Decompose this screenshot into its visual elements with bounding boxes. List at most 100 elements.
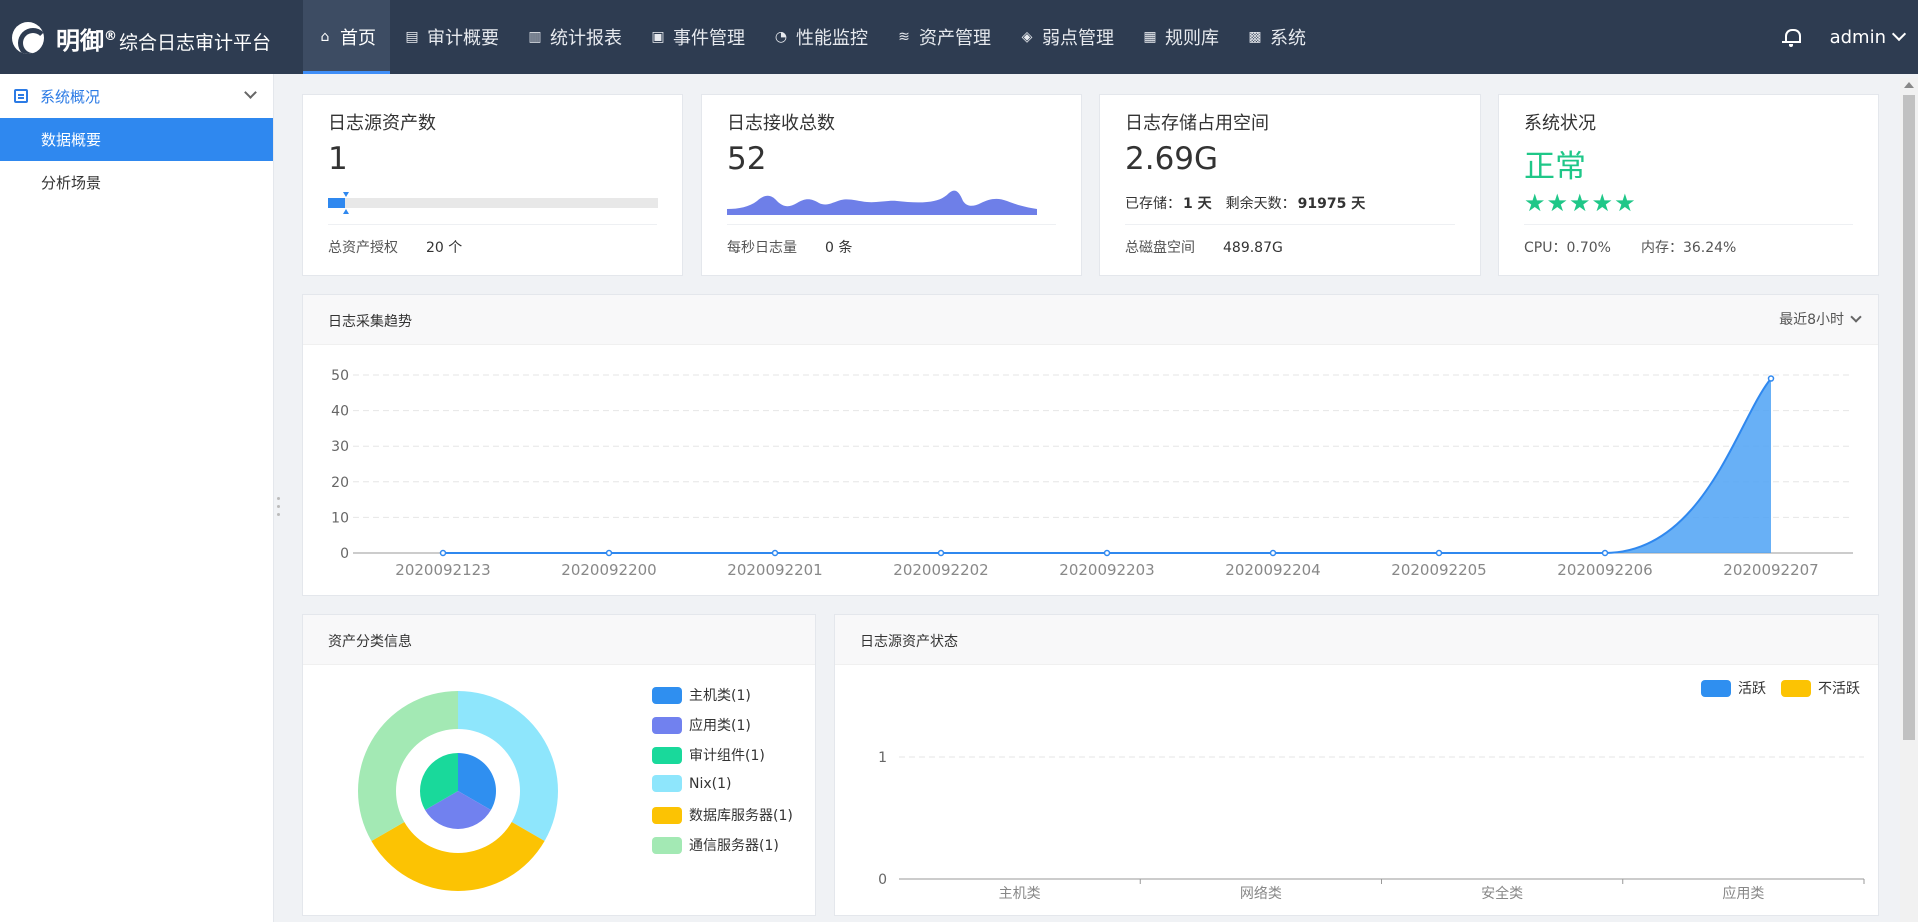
trend-panel: 日志采集趋势 最近8小时 0 10 20 30 40 50 2020092123 202009… xyxy=(302,294,1879,596)
data-point[interactable] xyxy=(605,549,613,557)
stat-title: 日志接收总数 xyxy=(727,113,835,134)
notification-bell-icon[interactable] xyxy=(1780,26,1802,48)
time-range-select[interactable]: 最近8小时 xyxy=(1779,309,1862,329)
stat-value: 2.69G xyxy=(1125,141,1219,177)
stat-card-assets: 日志源资产数 1 总资产授权 20 个 xyxy=(302,94,683,276)
scroll-thumb[interactable] xyxy=(1903,95,1915,740)
data-point[interactable] xyxy=(1269,549,1277,557)
scroll-up-arrow-icon[interactable] xyxy=(1904,82,1914,88)
target-icon: ◈ xyxy=(1021,29,1033,45)
nav-item-0[interactable]: ⌂ 首页 xyxy=(303,0,390,74)
data-point[interactable] xyxy=(1103,549,1111,557)
nav-item-7[interactable]: ▦ 规则库 xyxy=(1128,0,1233,74)
database-icon: ≋ xyxy=(898,29,910,45)
data-point[interactable] xyxy=(937,549,945,557)
home-icon: ⌂ xyxy=(320,29,330,45)
sidebar-item-analysis-scene[interactable]: 分析场景 xyxy=(0,161,273,204)
y-tick-label: 40 xyxy=(331,404,349,420)
system-status-value: 正常 xyxy=(1524,149,1586,185)
x-tick-label: 网络类 xyxy=(1240,886,1282,902)
chevron-down-icon xyxy=(244,86,257,99)
nav-item-label: 统计报表 xyxy=(550,28,622,49)
nav-item-label: 审计概要 xyxy=(427,28,499,49)
stat-foot-label: 每秒日志量 xyxy=(727,240,797,256)
bar-chart-icon: ▥ xyxy=(528,29,542,45)
sidebar-resize-handle[interactable] xyxy=(277,497,281,523)
nav-item-4[interactable]: ◔ 性能监控 xyxy=(759,0,882,74)
stat-footer: 总资产授权 20 个 xyxy=(328,237,462,257)
y-tick-label: 0 xyxy=(878,872,887,888)
x-tick-label: 2020092204 xyxy=(1225,561,1320,579)
stat-card-system: 系统状况 正常 ★ ★ ★ ★ ★ CPU：0.70% 内存：36.24% xyxy=(1498,94,1879,276)
document-icon: ▦ xyxy=(1143,29,1157,45)
legend-item[interactable]: 数据库服务器(1) xyxy=(652,805,793,825)
data-point[interactable] xyxy=(771,549,779,557)
nav-item-1[interactable]: ▤ 审计概要 xyxy=(390,0,513,74)
outer-slice[interactable] xyxy=(371,822,545,891)
stat-foot-label: 总磁盘空间 xyxy=(1125,240,1195,256)
legend-label: 应用类(1) xyxy=(689,718,751,734)
x-tick-label: 安全类 xyxy=(1481,885,1523,902)
stat-footer: CPU：0.70% 内存：36.24% xyxy=(1524,237,1736,257)
nav-item-8[interactable]: ▩ 系统 xyxy=(1233,0,1320,74)
panel-header: 资产分类信息 xyxy=(303,615,815,665)
header-right: admin xyxy=(1780,0,1907,74)
data-point[interactable] xyxy=(1601,549,1609,557)
nav-item-label: 系统 xyxy=(1270,28,1306,49)
legend-swatch xyxy=(652,775,682,792)
nav-item-label: 弱点管理 xyxy=(1042,28,1114,49)
legend-swatch xyxy=(652,716,682,734)
stat-foot-value: 489.87G xyxy=(1223,240,1283,256)
nav-item-label: 规则库 xyxy=(1165,28,1219,49)
asset-progress-fill xyxy=(328,198,345,208)
user-menu[interactable]: admin xyxy=(1830,27,1907,48)
top-bar: 明御® 综合日志审计平台 ⌂ 首页 ▤ 审计概要 ▥ 统计报表 ▣ 事件管理 ◔ 性能监控 ≋ 资产管理… xyxy=(0,0,1918,74)
legend-item[interactable]: Nix(1) xyxy=(652,775,731,792)
storage-days-row: 已存储： 1 天剩余天数： 91975 天 xyxy=(1125,193,1365,213)
trend-chart: 0 10 20 30 40 50 2020092123 2020092200 202009220… xyxy=(331,368,1853,579)
legend-label: 数据库服务器(1) xyxy=(689,808,793,824)
legend-item[interactable]: 应用类(1) xyxy=(652,715,751,735)
x-tick-label: 2020092123 xyxy=(395,561,490,579)
star-icon: ★ xyxy=(1569,189,1591,217)
asset-class-panel: 资产分类信息 主机类(1) 应用类(1) 审计组件(1) Nix(1) 数据库服务器(1… xyxy=(302,614,816,916)
legend-label: Nix(1) xyxy=(689,775,732,792)
asset-progress-marker xyxy=(342,192,349,214)
stat-footer: 每秒日志量 0 条 xyxy=(727,237,852,257)
stat-title: 系统状况 xyxy=(1524,113,1596,134)
panel-title: 资产分类信息 xyxy=(328,634,412,650)
legend-item[interactable]: 通信服务器(1) xyxy=(652,835,779,855)
x-tick-label: 2020092201 xyxy=(727,561,822,579)
sidebar: 系统概况 数据概要 分析场景 xyxy=(0,74,274,922)
nav-item-label: 资产管理 xyxy=(919,28,991,49)
legend-item[interactable]: 主机类(1) xyxy=(652,685,751,705)
divider xyxy=(328,224,657,225)
chevron-down-icon xyxy=(1850,310,1862,323)
y-tick-label: 10 xyxy=(331,510,349,526)
sidebar-group-overview[interactable]: 系统概况 xyxy=(0,74,273,118)
time-range-value: 最近8小时 xyxy=(1779,312,1844,328)
stat-foot-label: 总资产授权 xyxy=(328,240,398,256)
nav-item-6[interactable]: ◈ 弱点管理 xyxy=(1005,0,1128,74)
legend-swatch xyxy=(652,806,682,824)
sidebar-group-label: 系统概况 xyxy=(40,87,101,106)
nav-item-2[interactable]: ▥ 统计报表 xyxy=(513,0,636,74)
nav-item-5[interactable]: ≋ 资产管理 xyxy=(882,0,1005,74)
y-tick-label: 20 xyxy=(331,475,349,491)
health-stars: ★ ★ ★ ★ ★ xyxy=(1524,191,1637,215)
star-icon: ★ xyxy=(1614,189,1636,217)
nav-item-3[interactable]: ▣ 事件管理 xyxy=(636,0,759,74)
data-point[interactable] xyxy=(439,549,447,557)
sidebar-item-label: 数据概要 xyxy=(41,131,102,149)
data-point[interactable] xyxy=(1435,549,1443,557)
divider xyxy=(1125,224,1455,225)
page-scrollbar[interactable] xyxy=(1900,78,1918,922)
brand-name: 明御® 综合日志审计平台 xyxy=(56,21,271,56)
x-tick-label: 2020092202 xyxy=(893,561,988,579)
data-point[interactable] xyxy=(1767,375,1775,382)
star-icon: ★ xyxy=(1524,189,1546,217)
sidebar-item-data-summary[interactable]: 数据概要 xyxy=(0,118,273,161)
brand[interactable]: 明御® 综合日志审计平台 xyxy=(12,18,271,58)
legend-item[interactable]: 审计组件(1) xyxy=(652,745,765,765)
brand-main: 明御 xyxy=(56,26,104,55)
